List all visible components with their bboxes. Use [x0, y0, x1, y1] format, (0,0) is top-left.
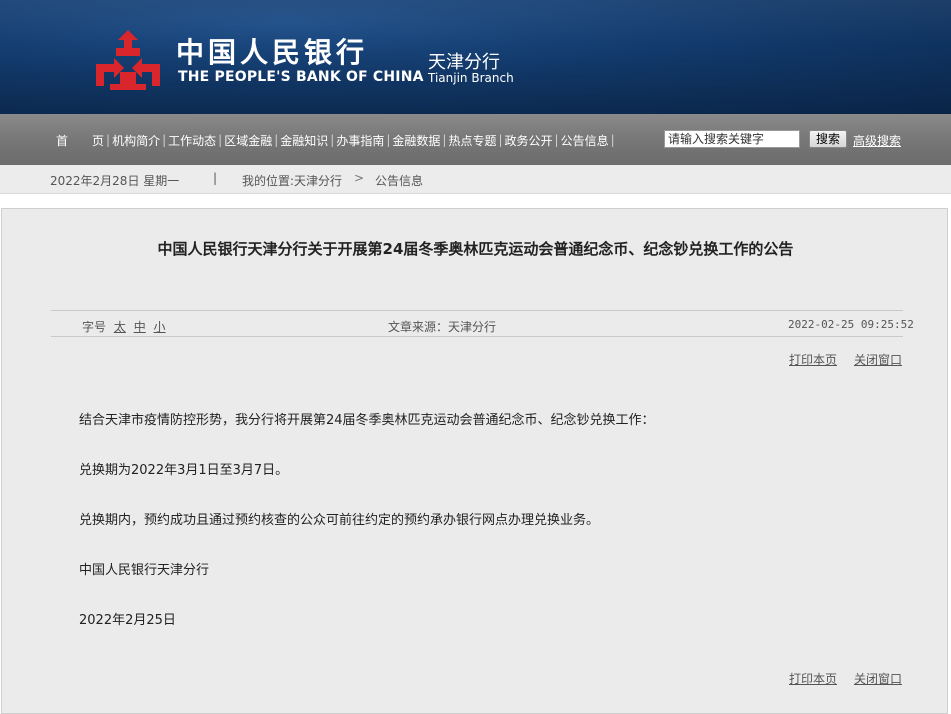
- nav-separator: |: [442, 133, 447, 147]
- bank-name-cn: 中国人民银行: [176, 36, 369, 69]
- font-size-small[interactable]: 小: [154, 320, 166, 334]
- nav-regional-finance[interactable]: 区域金融: [224, 132, 272, 149]
- article-paragraph: 兑换期内，预约成功且通过预约核查的公众可前往约定的预约承办银行网点办理兑换业务。: [79, 513, 600, 528]
- breadcrumb: 2022年2月28日 星期一 | 我的位置:天津分行 > 公告信息: [0, 165, 951, 194]
- branch-name-en: Tianjin Branch: [428, 71, 514, 85]
- nav-about[interactable]: 机构简介: [112, 132, 160, 149]
- nav-separator: |: [330, 133, 335, 147]
- bank-name-en: THE PEOPLE'S BANK OF CHINA: [178, 69, 424, 85]
- divider: [51, 336, 903, 337]
- font-size-label: 字号: [82, 320, 107, 334]
- nav-finance-data[interactable]: 金融数据: [392, 132, 440, 149]
- nav-separator: |: [498, 133, 503, 147]
- nav-home[interactable]: 首 页: [56, 132, 104, 149]
- nav-separator: |: [106, 133, 111, 147]
- breadcrumb-divider: |: [213, 171, 218, 185]
- current-date: 2022年2月28日 星期一: [50, 174, 180, 188]
- article-source: 文章来源：天津分行: [388, 320, 497, 334]
- nav-hot-topics[interactable]: 热点专题: [448, 132, 496, 149]
- publish-time: 2022-02-25 09:25:52: [788, 318, 914, 331]
- article-signature: 中国人民银行天津分行: [79, 563, 210, 578]
- nav-separator: |: [554, 133, 559, 147]
- nav-items: 首 页 | 机构简介 | 工作动态 | 区域金融 | 金融知识 | 办事指南 |…: [56, 131, 617, 149]
- chevron-right-icon: >: [354, 171, 365, 185]
- site-header: 中国人民银行 THE PEOPLE'S BANK OF CHINA 天津分行 T…: [0, 0, 951, 114]
- nav-separator: |: [218, 133, 223, 147]
- nav-separator: |: [610, 133, 615, 147]
- search-input[interactable]: [664, 130, 800, 148]
- article-panel: 中国人民银行天津分行关于开展第24届冬季奥林匹克运动会普通纪念币、纪念钞兑换工作…: [1, 208, 948, 714]
- nav-separator: |: [274, 133, 279, 147]
- nav-gov-affairs[interactable]: 政务公开: [505, 132, 553, 149]
- divider: [51, 310, 903, 311]
- nav-separator: |: [162, 133, 167, 147]
- advanced-search-link[interactable]: 高级搜索: [853, 132, 901, 149]
- nav-finance-knowledge[interactable]: 金融知识: [280, 132, 328, 149]
- article-paragraph: 兑换期为2022年3月1日至3月7日。: [79, 463, 289, 478]
- breadcrumb-current[interactable]: 公告信息: [375, 172, 423, 189]
- search-button[interactable]: 搜索: [809, 130, 847, 148]
- close-window-link-bottom[interactable]: 关闭窗口: [854, 670, 902, 687]
- nav-service-guide[interactable]: 办事指南: [336, 132, 384, 149]
- pboc-logo-icon: [96, 30, 160, 90]
- close-window-link[interactable]: 关闭窗口: [854, 351, 902, 368]
- breadcrumb-location[interactable]: 我的位置:天津分行: [242, 172, 342, 189]
- article-paragraph: 结合天津市疫情防控形势，我分行将开展第24届冬季奥林匹克运动会普通纪念币、纪念钞…: [79, 413, 655, 428]
- font-size-medium[interactable]: 中: [134, 320, 146, 334]
- nav-announcements[interactable]: 公告信息: [561, 132, 609, 149]
- nav-separator: |: [386, 133, 391, 147]
- article-date: 2022年2月25日: [79, 613, 176, 628]
- nav-work-news[interactable]: 工作动态: [168, 132, 216, 149]
- font-size-large[interactable]: 太: [114, 320, 126, 334]
- article-title: 中国人民银行天津分行关于开展第24届冬季奥林匹克运动会普通纪念币、纪念钞兑换工作…: [157, 240, 794, 258]
- print-page-link-bottom[interactable]: 打印本页: [789, 670, 837, 687]
- font-size-control: 字号 太 中 小: [82, 318, 166, 335]
- print-page-link[interactable]: 打印本页: [789, 351, 837, 368]
